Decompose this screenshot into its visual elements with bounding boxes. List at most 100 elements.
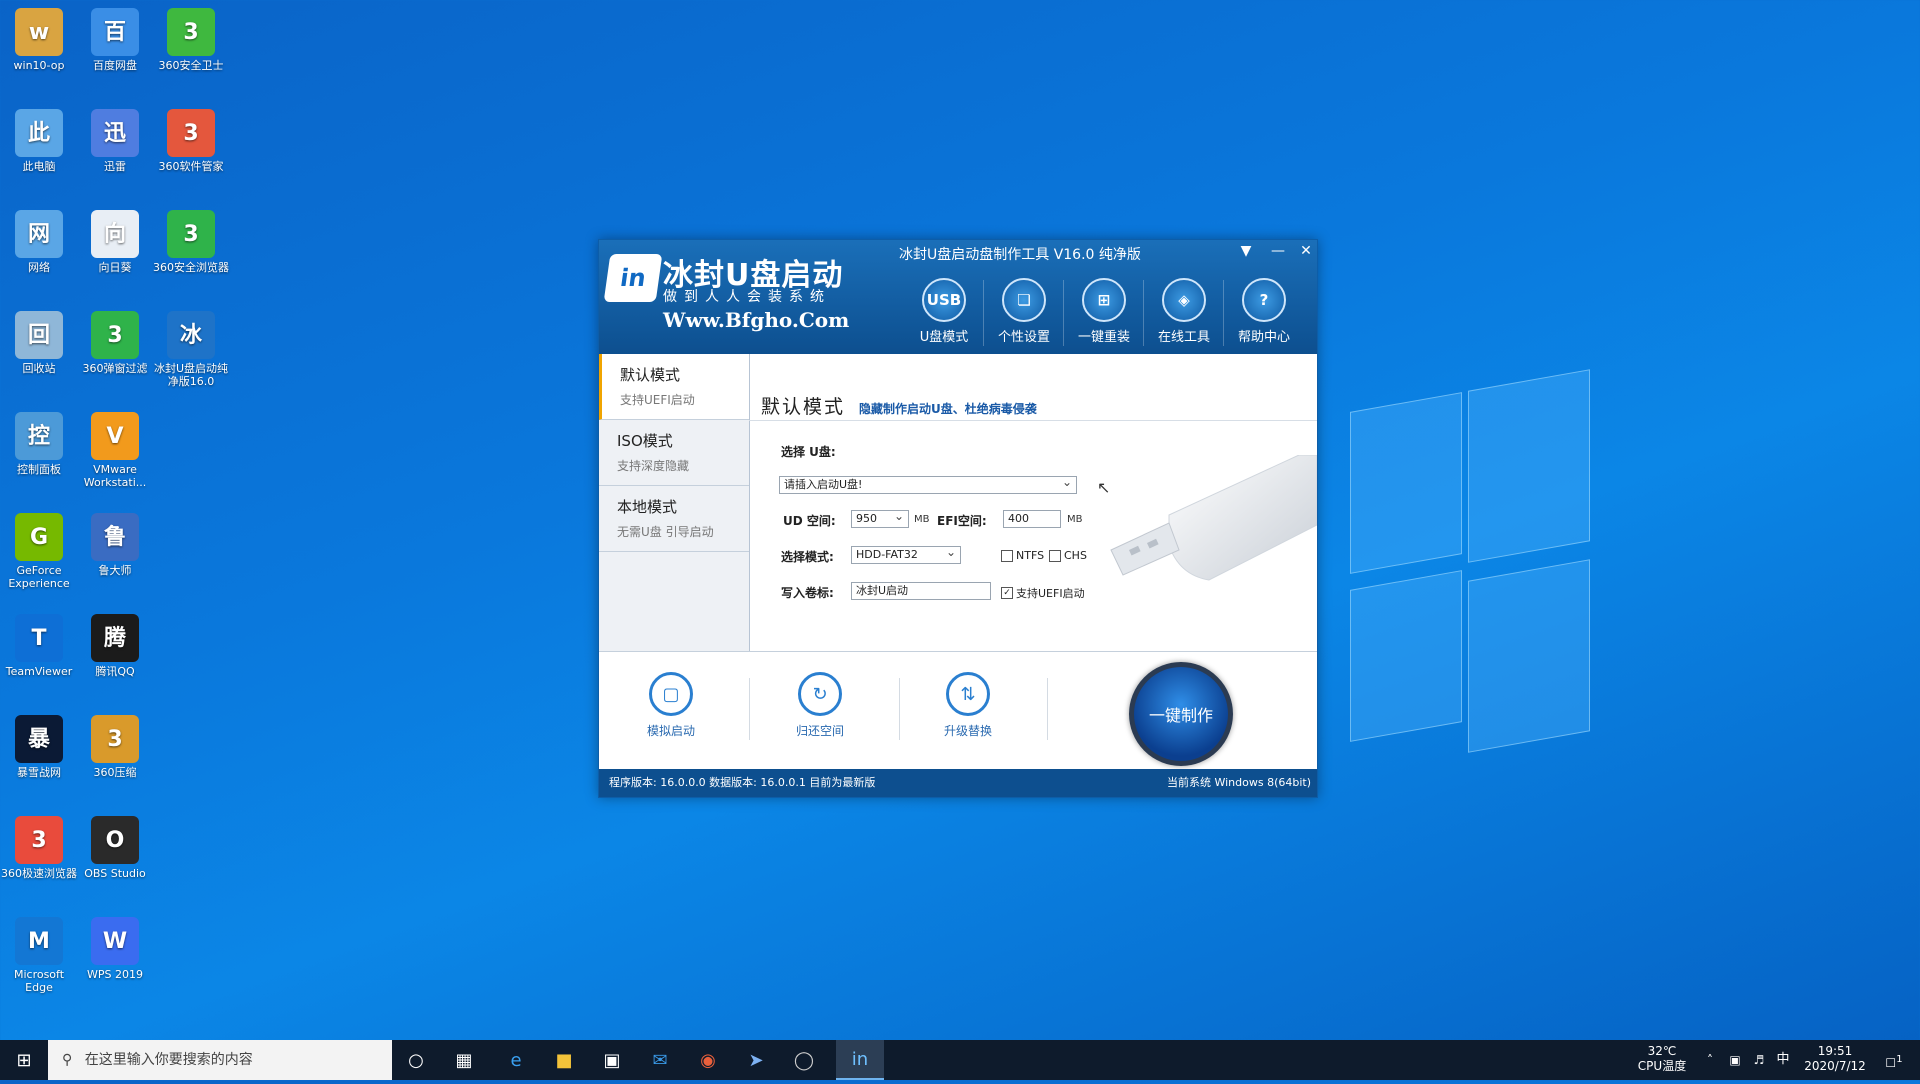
mode-iso[interactable]: ISO模式 支持深度隐藏 <box>599 420 749 486</box>
nav-label: 在线工具 <box>1157 330 1210 345</box>
nav-divider <box>1143 280 1144 346</box>
windows-icon: ⊞ <box>1082 278 1126 322</box>
restore-space-button[interactable]: ↻ 归还空间 <box>775 672 865 739</box>
desktop-icon[interactable]: 回回收站 <box>0 311 78 375</box>
obs-icon: O <box>91 816 139 864</box>
desktop-icon-label: 控制面板 <box>17 463 61 476</box>
menu-dropdown-button[interactable]: ▼ <box>1233 242 1259 260</box>
shirt-icon: ❏ <box>1002 278 1046 322</box>
nav-divider <box>983 280 984 346</box>
usb-select[interactable]: 请插入启动U盘! <box>779 474 1077 494</box>
mode-select[interactable]: HDD-FAT32 <box>851 544 961 564</box>
cortana-icon[interactable]: ○ <box>392 1040 440 1080</box>
efi-space-input[interactable]: 400 <box>1003 510 1061 528</box>
cpu-temp-label: CPU温度 <box>1637 1059 1687 1073</box>
start-button[interactable]: ⊞ <box>0 1040 48 1080</box>
desktop-icon[interactable]: 腾腾讯QQ <box>76 614 154 678</box>
edge-icon[interactable]: e <box>492 1040 540 1080</box>
checkbox-label: CHS <box>1064 549 1087 562</box>
logo-url: Www.Bfgho.Com <box>663 308 850 332</box>
desktop-icon[interactable]: 迅迅雷 <box>76 109 154 173</box>
desktop-icon[interactable]: 冰冰封U盘启动纯净版16.0 <box>152 311 230 388</box>
mode-local[interactable]: 本地模式 无需U盘 引导启动 <box>599 486 749 552</box>
desktop-icon[interactable]: T TeamViewer <box>0 614 78 678</box>
desktop-icon[interactable]: M Microsoft Edge <box>0 917 78 994</box>
ime-indicator[interactable]: 中 <box>1772 1040 1794 1080</box>
desktop-icon[interactable]: 网网络 <box>0 210 78 274</box>
mouse-cursor-icon: ↖ <box>1097 478 1111 497</box>
ud-space-select[interactable]: 950 <box>851 508 909 528</box>
nav-usb-mode[interactable]: USB U盘模式 <box>907 278 981 350</box>
nav-label: 一键重装 <box>1077 330 1130 345</box>
notification-count: 1 <box>1896 1054 1903 1065</box>
desktop-icon[interactable]: 暴暴雪战网 <box>0 715 78 779</box>
task-view-icon[interactable]: ▦ <box>440 1040 488 1080</box>
desktop-icon-label: 百度网盘 <box>93 59 137 72</box>
notification-icon[interactable]: ☐1 <box>1874 1040 1914 1080</box>
store-icon[interactable]: ▣ <box>588 1040 636 1080</box>
thunder-icon[interactable]: ➤ <box>732 1040 780 1080</box>
uefi-checkbox[interactable]: ✓ 支持UEFI启动 <box>1001 585 1085 601</box>
volume-label-input[interactable]: 冰封U启动 <box>851 582 991 600</box>
upgrade-replace-button[interactable]: ⇅ 升级替换 <box>923 672 1013 739</box>
simulate-boot-button[interactable]: ▢ 模拟启动 <box>626 672 716 739</box>
help-icon: ? <box>1242 278 1286 322</box>
bingfeng-usb-tool-window: in 冰封U盘启动 做到人人会装系统 Www.Bfgho.Com 冰封U盘启动盘… <box>598 239 1318 798</box>
desktop-icon[interactable]: 3 360安全浏览器 <box>152 210 230 274</box>
desktop-icon[interactable]: 百百度网盘 <box>76 8 154 72</box>
bingfeng-taskbar-icon[interactable]: in <box>836 1040 884 1080</box>
network-icon[interactable]: ▣ <box>1724 1040 1746 1080</box>
desktop-icon-label: 此电脑 <box>22 160 56 173</box>
file-explorer-icon[interactable]: ■ <box>540 1040 588 1080</box>
nav-help-center[interactable]: ? 帮助中心 <box>1227 278 1301 350</box>
desktop-icon[interactable]: 3 360压缩 <box>76 715 154 779</box>
desktop-icon-label: 腾讯QQ <box>95 665 135 678</box>
chs-checkbox[interactable]: CHS <box>1049 549 1087 562</box>
desktop-icon[interactable]: 向向日葵 <box>76 210 154 274</box>
obs-icon[interactable]: ◯ <box>780 1040 828 1080</box>
desktop-icon-label: GeForce Experience <box>8 564 70 590</box>
desktop-icon[interactable]: 鲁鲁大师 <box>76 513 154 577</box>
nav-personal-settings[interactable]: ❏ 个性设置 <box>987 278 1061 350</box>
desktop-icon-label: VMware Workstati... <box>83 463 147 489</box>
search-placeholder: 在这里输入你要搜索的内容 <box>84 1052 253 1068</box>
teamviewer-icon: T <box>15 614 63 662</box>
desktop-icon[interactable]: V VMware Workstati... <box>76 412 154 489</box>
chevron-up-icon[interactable]: ˄ <box>1700 1040 1720 1080</box>
360-speed-browser-icon[interactable]: ◉ <box>684 1040 732 1080</box>
divider <box>749 678 750 740</box>
volume-icon[interactable]: ♬ <box>1748 1040 1770 1080</box>
nav-one-click-reinstall[interactable]: ⊞ 一键重装 <box>1067 278 1141 350</box>
efi-unit: MB <box>1067 514 1083 525</box>
divider <box>749 420 1317 421</box>
minimize-button[interactable]: — <box>1265 242 1291 260</box>
taskbar-search[interactable]: ⚲ 在这里输入你要搜索的内容 <box>48 1040 392 1080</box>
left-mode-nav: 默认模式 支持UEFI启动 ISO模式 支持深度隐藏 本地模式 无需U盘 引导启… <box>599 354 750 651</box>
desktop-icon[interactable]: G GeForce Experience <box>0 513 78 590</box>
desktop-icon[interactable]: w win10-op <box>0 8 78 72</box>
taskbar: ⊞ ⚲ 在这里输入你要搜索的内容 ○ ▦ e ■ ▣ ✉ ◉ ➤ ◯ in 32… <box>0 1040 1920 1080</box>
desktop-icon[interactable]: 3 360极速浏览器 <box>0 816 78 880</box>
mode-default[interactable]: 默认模式 支持UEFI启动 <box>599 354 749 420</box>
desktop-icon[interactable]: 3 360软件管家 <box>152 109 230 173</box>
desktop-icon[interactable]: 此此电脑 <box>0 109 78 173</box>
close-button[interactable]: ✕ <box>1293 242 1319 260</box>
clock[interactable]: 19:51 2020/7/12 <box>1800 1040 1870 1084</box>
desktop-icon[interactable]: O OBS Studio <box>76 816 154 880</box>
desktop-icon[interactable]: 3 360安全卫士 <box>152 8 230 72</box>
desktop-icon-label: 360安全浏览器 <box>153 261 229 274</box>
mode-title: ISO模式 <box>617 432 673 450</box>
ntfs-checkbox[interactable]: NTFS <box>1001 549 1044 562</box>
desktop-icon[interactable]: W WPS 2019 <box>76 917 154 981</box>
app-header: in 冰封U盘启动 做到人人会装系统 Www.Bfgho.Com 冰封U盘启动盘… <box>599 240 1317 354</box>
nav-divider <box>1063 280 1064 346</box>
desktop-icon[interactable]: 3 360弹窗过滤 <box>76 311 154 375</box>
desktop-icon-label: 鲁大师 <box>98 564 132 577</box>
one-click-make-button[interactable]: 一键制作 <box>1129 662 1233 766</box>
mail-icon[interactable]: ✉ <box>636 1040 684 1080</box>
window-title: 冰封U盘启动盘制作工具 V16.0 纯净版 <box>899 247 1141 263</box>
select-usb-label: 选择 U盘: <box>781 445 836 459</box>
divider <box>1047 678 1048 740</box>
desktop-icon[interactable]: 控控制面板 <box>0 412 78 476</box>
nav-online-tools[interactable]: ◈ 在线工具 <box>1147 278 1221 350</box>
